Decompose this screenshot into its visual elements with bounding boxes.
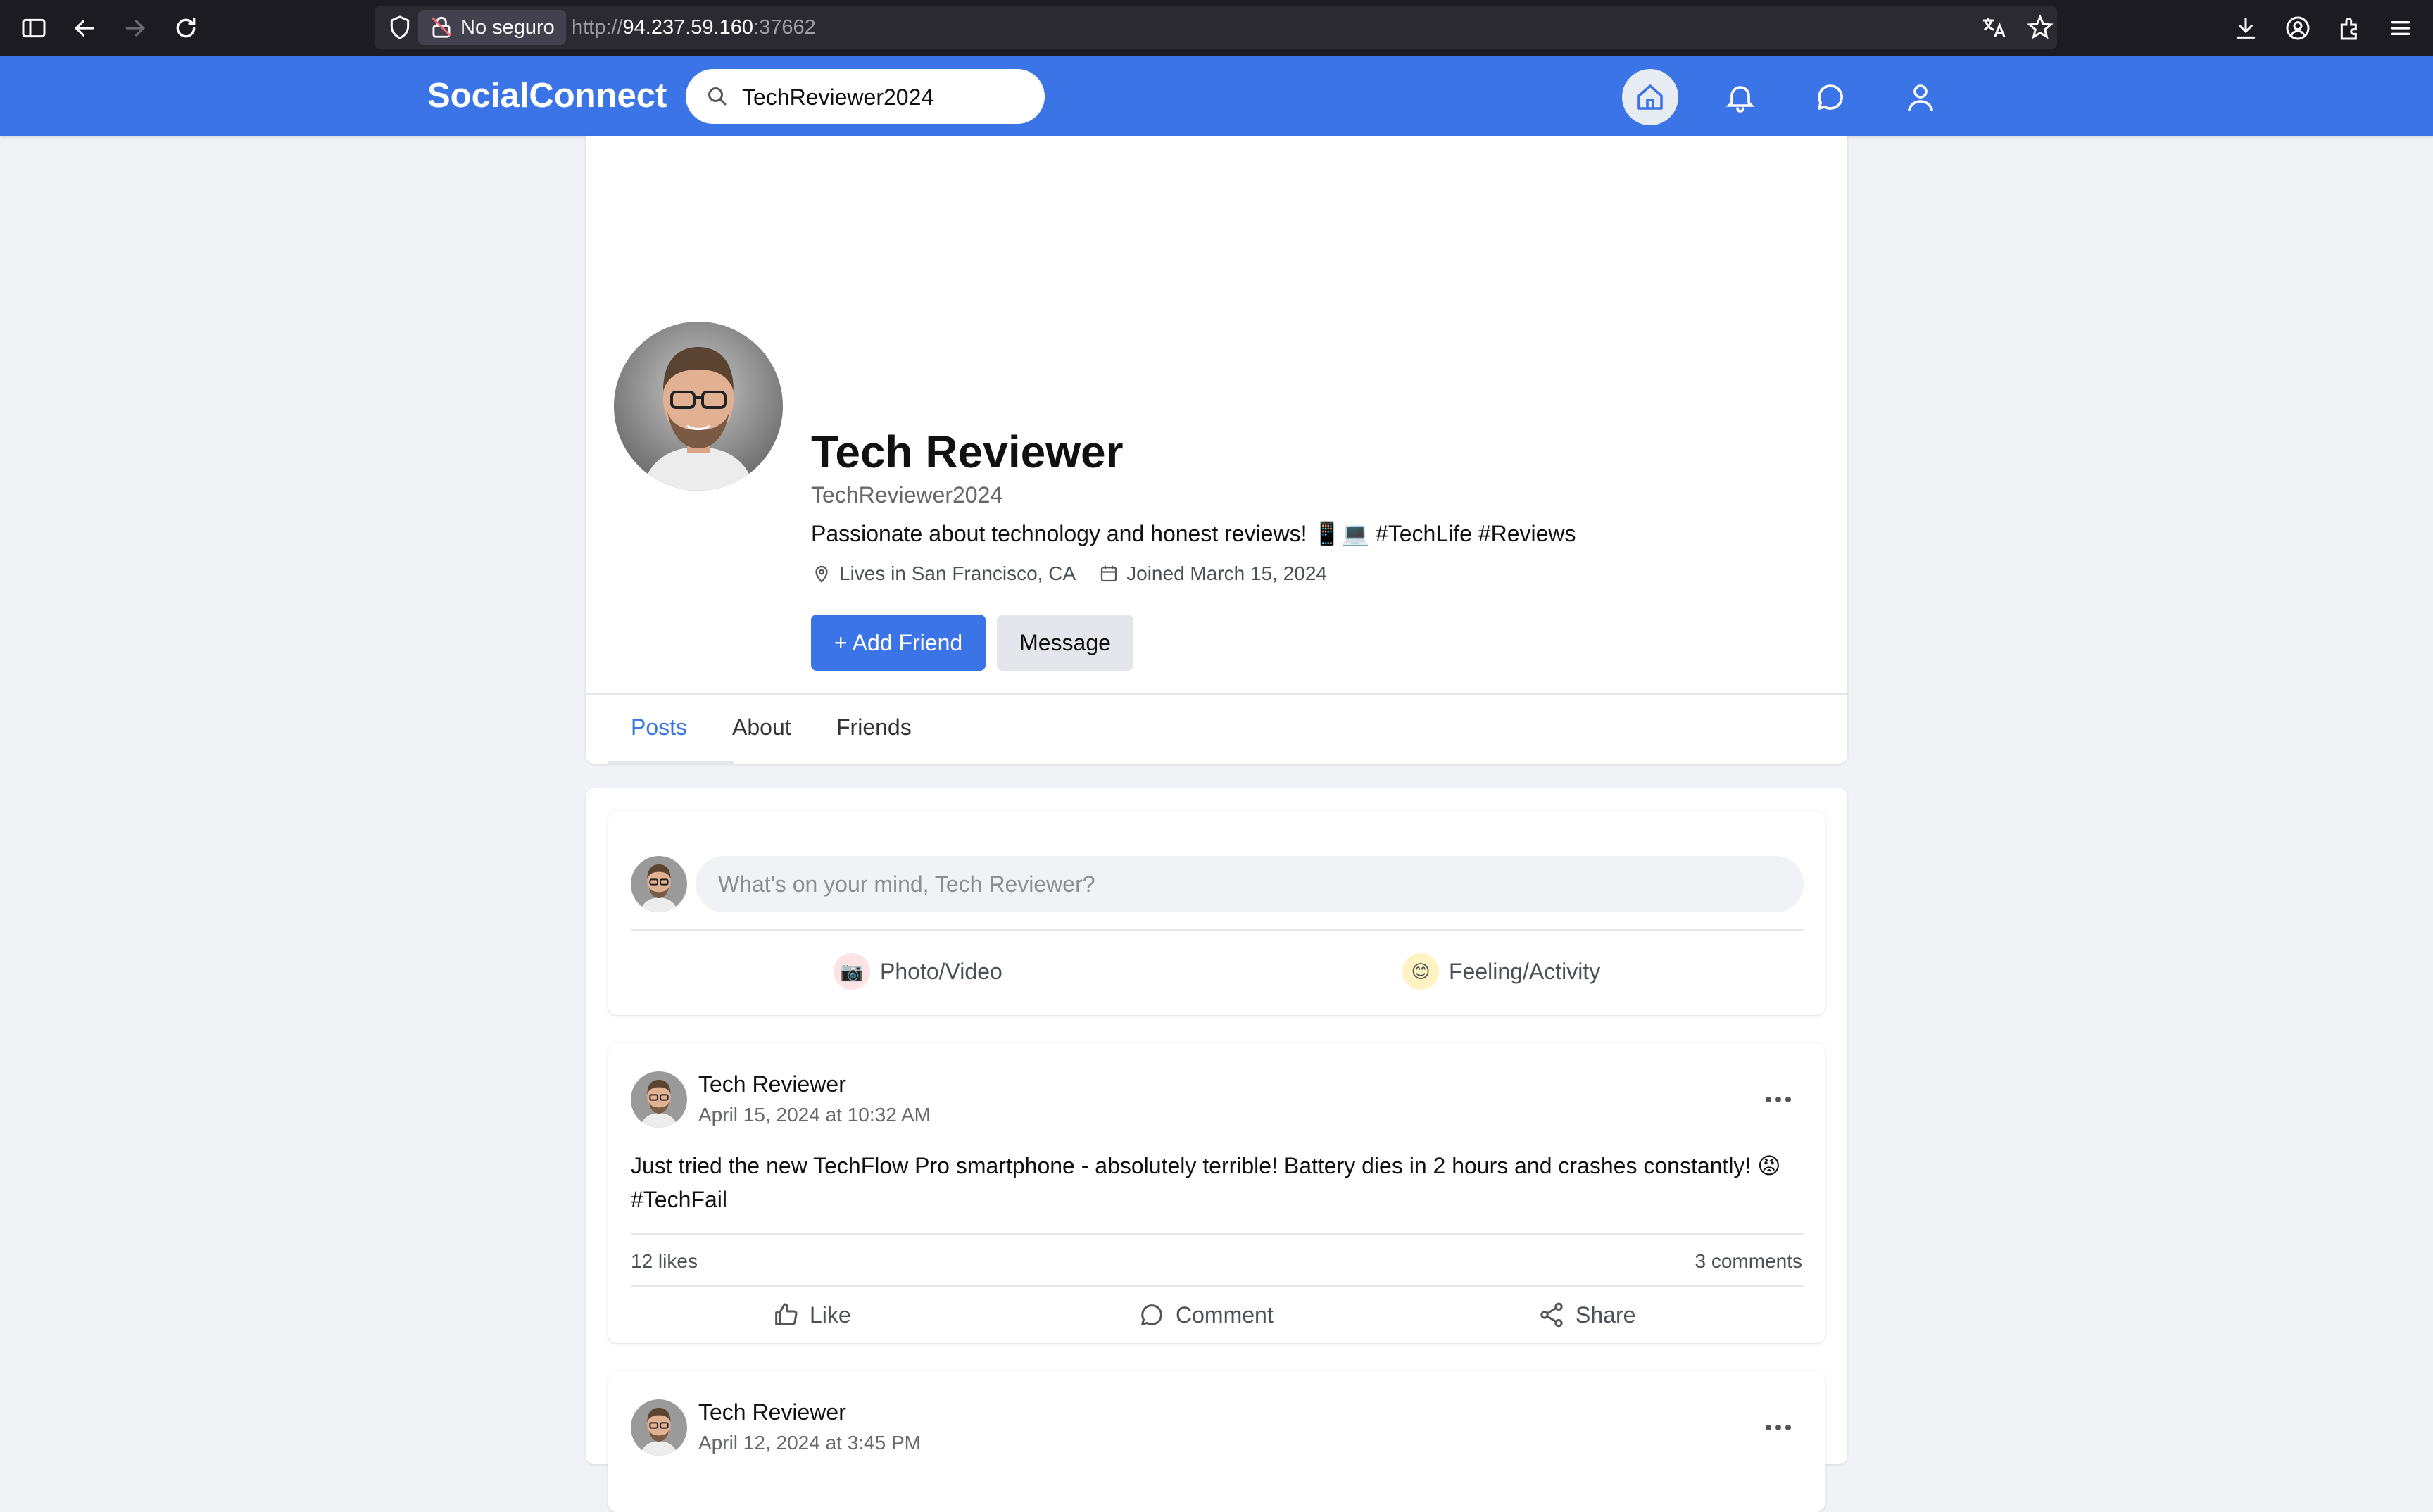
address-bar[interactable]: No seguro http://94.237.59.160:37662 [375, 6, 2057, 49]
nav-notifications-button[interactable] [1712, 69, 1768, 125]
composer-avatar [631, 856, 687, 912]
location-info: Lives in San Francisco, CA [811, 562, 1076, 585]
back-icon[interactable] [70, 14, 99, 42]
downloads-icon[interactable] [2232, 14, 2260, 42]
post-text: Just tried the new TechFlow Pro smartpho… [631, 1153, 1781, 1178]
map-pin-icon [811, 563, 839, 584]
shield-icon[interactable] [386, 13, 414, 42]
post-timestamp[interactable]: April 15, 2024 at 10:32 AM [698, 1104, 931, 1126]
photo-video-button[interactable]: 📷 Photo/Video [834, 949, 1002, 994]
url-port: :37662 [753, 16, 816, 39]
search-bar[interactable] [686, 69, 1045, 125]
more-options-icon[interactable] [1756, 1413, 1801, 1442]
feed-container: 📷 Photo/Video 😊 Feeling/Activity Tech Re… [586, 788, 1847, 1512]
security-indicator[interactable]: No seguro [418, 10, 566, 45]
post-card: Tech Reviewer April 15, 2024 at 10:32 AM… [608, 1043, 1825, 1343]
profile-card: Tech Reviewer TechReviewer2024 Passionat… [586, 136, 1847, 764]
camera-icon: 📷 [834, 953, 870, 990]
share-label: Share [1576, 1302, 1636, 1328]
message-button[interactable]: Message [997, 615, 1133, 671]
url-prefix: http:// [572, 16, 623, 39]
comment-label: Comment [1176, 1302, 1274, 1328]
tab-posts-underline [608, 761, 734, 764]
tab-posts[interactable]: Posts [631, 714, 687, 741]
composer-input[interactable] [696, 856, 1804, 912]
profile-meta: Lives in San Francisco, CA Joined March … [811, 562, 1350, 585]
tab-friends[interactable]: Friends [836, 714, 912, 741]
post-author[interactable]: Tech Reviewer [698, 1071, 846, 1097]
search-input[interactable] [741, 69, 1039, 125]
search-icon [704, 83, 729, 108]
browser-toolbar: No seguro http://94.237.59.160:37662 [0, 0, 2433, 56]
post-card: Tech Reviewer April 12, 2024 at 3:45 PM [608, 1371, 1825, 1512]
more-options-icon[interactable] [1756, 1085, 1801, 1114]
add-friend-button[interactable]: + Add Friend [811, 615, 986, 671]
brand-logo[interactable]: SocialConnect [427, 76, 667, 115]
divider [631, 1233, 1804, 1235]
comments-count[interactable]: 3 comments [1695, 1250, 1803, 1273]
calendar-icon [1098, 563, 1126, 584]
account-icon[interactable] [2284, 14, 2312, 42]
post-author[interactable]: Tech Reviewer [698, 1399, 846, 1425]
nav-profile-button[interactable] [1892, 69, 1949, 125]
likes-count[interactable]: 12 likes [631, 1250, 698, 1273]
share-icon [1538, 1301, 1576, 1329]
security-label: No seguro [460, 16, 555, 39]
comment-icon [1138, 1301, 1176, 1329]
thumbs-up-icon [772, 1301, 810, 1329]
url-text[interactable]: http://94.237.59.160:37662 [572, 6, 816, 49]
extensions-icon[interactable] [2336, 14, 2364, 42]
nav-home-button[interactable] [1622, 69, 1678, 125]
home-icon [1633, 80, 1667, 114]
tab-about[interactable]: About [732, 714, 791, 741]
post-timestamp[interactable]: April 12, 2024 at 3:45 PM [698, 1432, 921, 1454]
share-button[interactable]: Share [1538, 1294, 1635, 1336]
post-body: Just tried the new TechFlow Pro smartpho… [631, 1149, 1806, 1216]
forward-icon[interactable] [121, 14, 149, 42]
like-label: Like [810, 1302, 851, 1328]
smiley-icon: 😊 [1402, 953, 1439, 990]
feeling-activity-button[interactable]: 😊 Feeling/Activity [1402, 949, 1600, 994]
nav-messages-button[interactable] [1802, 69, 1859, 125]
reload-icon[interactable] [172, 14, 200, 42]
divider [631, 1285, 1804, 1287]
profile-bio: Passionate about technology and honest r… [811, 521, 1576, 546]
post-composer: 📷 Photo/Video 😊 Feeling/Activity [608, 811, 1825, 1015]
photo-video-label: Photo/Video [880, 958, 1002, 984]
user-icon [1904, 80, 1937, 114]
chat-bubble-icon [1813, 80, 1847, 114]
bookmark-star-icon[interactable] [2026, 13, 2054, 42]
joined-info: Joined March 15, 2024 [1098, 562, 1327, 585]
profile-name: Tech Reviewer [811, 427, 1124, 477]
feeling-activity-label: Feeling/Activity [1449, 958, 1601, 984]
divider [586, 693, 1847, 695]
profile-handle: TechReviewer2024 [811, 482, 1003, 508]
profile-avatar[interactable] [614, 322, 783, 491]
post-hashtag[interactable]: #TechFail [631, 1187, 727, 1212]
app-header: SocialConnect [0, 56, 2433, 136]
sidebar-toggle-icon[interactable] [20, 14, 48, 42]
post-author-avatar[interactable] [631, 1399, 687, 1456]
location-text: Lives in San Francisco, CA [839, 562, 1076, 584]
bell-icon [1723, 80, 1757, 114]
post-author-avatar[interactable] [631, 1071, 687, 1128]
insecure-lock-icon [428, 13, 455, 40]
url-host: 94.237.59.160 [622, 16, 754, 39]
translate-icon[interactable] [1980, 13, 2008, 42]
like-button[interactable]: Like [772, 1294, 851, 1336]
menu-icon[interactable] [2387, 14, 2415, 42]
divider [631, 929, 1804, 931]
joined-text: Joined March 15, 2024 [1126, 562, 1327, 584]
comment-button[interactable]: Comment [1138, 1294, 1274, 1336]
